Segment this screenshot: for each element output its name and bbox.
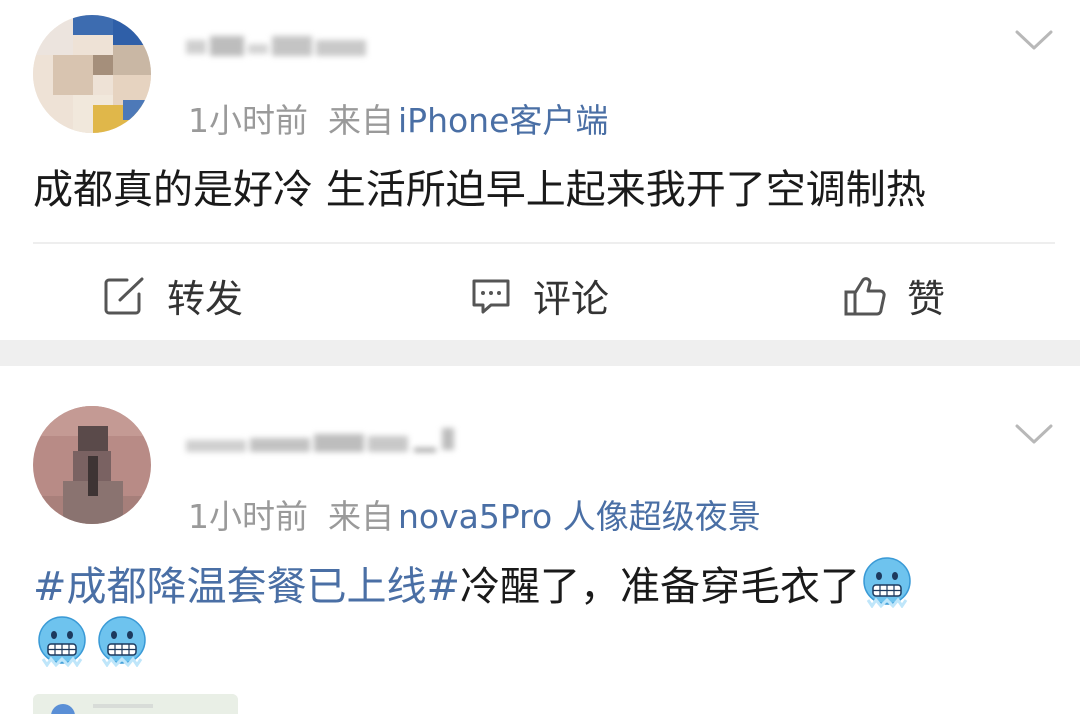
action-divider — [33, 242, 1055, 244]
post-text: 冷醒了，准备穿毛衣了 — [460, 564, 861, 610]
cold-face-emoji — [37, 615, 87, 668]
source-prefix: 来自 — [328, 101, 394, 140]
avatar[interactable] — [33, 406, 151, 524]
like-label: 赞 — [907, 277, 946, 321]
like-button[interactable]: 赞 — [843, 268, 945, 323]
username-obscured[interactable] — [186, 30, 376, 62]
action-bar: 转发 评论 赞 — [0, 250, 1080, 338]
location-card-thumbnail[interactable] — [33, 694, 238, 714]
source-prefix: 来自 — [328, 497, 394, 536]
avatar-image — [33, 15, 151, 133]
comment-bubble-icon — [472, 279, 510, 313]
hashtag-link[interactable]: #成都降温套餐已上线# — [33, 564, 460, 610]
repost-button[interactable]: 转发 — [103, 268, 243, 323]
avatar[interactable] — [33, 15, 151, 133]
chevron-down-icon[interactable] — [1014, 422, 1054, 446]
comment-button[interactable]: 评论 — [469, 268, 609, 323]
avatar-image — [33, 406, 151, 524]
post-card[interactable]: 1小时前 来自 iPhone客户端 成都真的是好冷 生活所迫早上起来我开了空调制热 … — [0, 0, 1080, 340]
comment-label: 评论 — [533, 277, 610, 321]
map-thumbnail — [33, 694, 238, 714]
post-meta: 1小时前 来自 iPhone客户端 — [188, 94, 608, 142]
feed-separator — [0, 340, 1080, 366]
post-meta: 1小时前 来自 nova5Pro 人像超级夜景 — [188, 490, 761, 538]
post-content: #成都降温套餐已上线#冷醒了，准备穿毛衣了 — [33, 556, 1033, 674]
post-time: 1小时前 — [188, 101, 308, 140]
cold-face-emoji — [862, 556, 912, 609]
edit-square-icon — [104, 277, 144, 314]
post-source[interactable]: nova5Pro 人像超级夜景 — [398, 497, 761, 536]
cold-face-emoji — [97, 615, 147, 668]
post-card[interactable]: 1小时前 来自 nova5Pro 人像超级夜景 #成都降温套餐已上线#冷醒了，准备穿… — [0, 366, 1080, 714]
repost-label: 转发 — [167, 277, 244, 321]
username-obscured[interactable] — [186, 426, 461, 458]
post-source[interactable]: iPhone客户端 — [398, 101, 608, 140]
thumbs-up-icon — [844, 276, 886, 315]
post-time: 1小时前 — [188, 497, 308, 536]
chevron-down-icon[interactable] — [1014, 28, 1054, 52]
post-content: 成都真的是好冷 生活所迫早上起来我开了空调制热 — [33, 167, 926, 213]
